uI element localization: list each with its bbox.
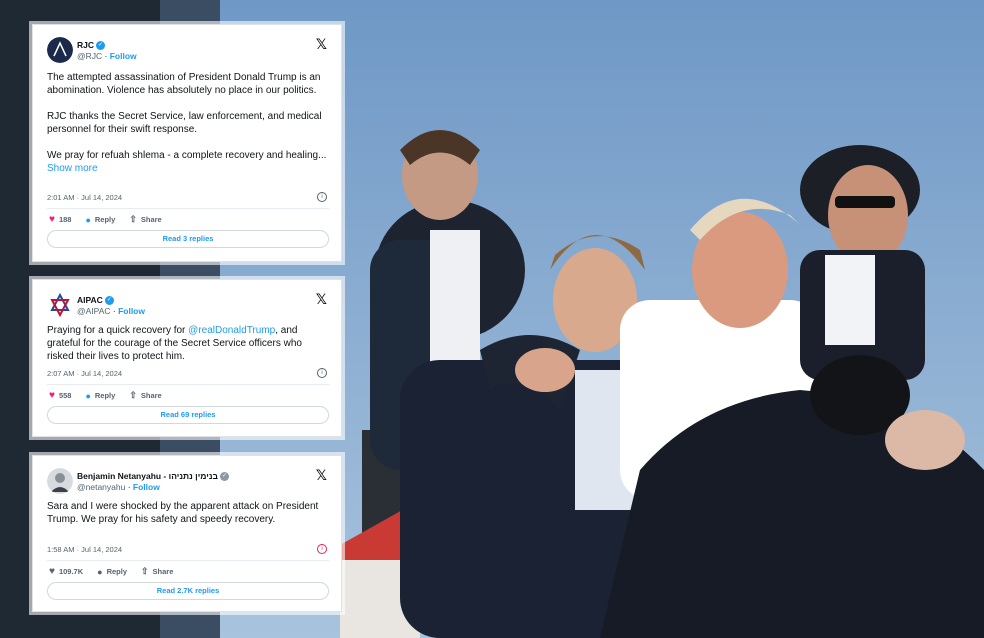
tweet-card-rjc: RJC ✓ @RJC · Follow 𝕏 The attempted assas… (32, 24, 342, 262)
tweet-paragraph: The attempted assassination of President… (47, 72, 321, 96)
x-logo-icon[interactable]: 𝕏 (316, 37, 327, 53)
share-label: Share (140, 391, 162, 400)
avatar[interactable] (47, 292, 73, 318)
share-button[interactable]: ⇧ Share (129, 390, 161, 401)
follow-button[interactable]: Follow (118, 306, 145, 316)
tweet-text: Sara and I were shocked by the apparent … (47, 500, 329, 526)
x-logo-icon[interactable]: 𝕏 (316, 468, 327, 484)
like-button[interactable]: ♥ 109.7K (49, 566, 83, 577)
reply-label: Reply (106, 567, 127, 576)
show-more-link[interactable]: Show more (47, 163, 98, 174)
avatar[interactable] (47, 37, 73, 63)
divider (47, 384, 329, 385)
reply-label: Reply (94, 391, 116, 400)
reply-bubble-icon: ● (85, 390, 91, 401)
tweet-actions: ♥ 109.7K ● Reply ⇧ Share (49, 566, 329, 577)
share-icon: ⇧ (129, 390, 137, 400)
info-icon[interactable]: i (317, 368, 327, 378)
verified-icon: ✓ (219, 472, 229, 482)
info-icon[interactable]: i (317, 192, 327, 202)
avatar[interactable] (47, 468, 73, 494)
like-button[interactable]: ♥ 188 (49, 214, 71, 225)
tweet-text-start: Praying for a quick recovery for (47, 325, 189, 336)
tweet-actions: ♥ 558 ● Reply ⇧ Share (49, 390, 329, 401)
reply-button[interactable]: ● Reply (85, 391, 115, 401)
author-name[interactable]: RJC (77, 40, 94, 50)
share-icon: ⇧ (129, 214, 137, 224)
author-handle[interactable]: @netanyahu (77, 482, 125, 492)
read-replies-button[interactable]: Read 69 replies (47, 406, 329, 424)
heart-icon: ♥ (49, 390, 55, 401)
read-replies-button[interactable]: Read 2.7K replies (47, 582, 329, 600)
share-label: Share (152, 567, 174, 576)
timestamp[interactable]: 2:07 AM · Jul 14, 2024 (47, 369, 122, 378)
like-button[interactable]: ♥ 558 (49, 390, 71, 401)
author-handle[interactable]: @RJC (77, 51, 102, 61)
tweet-text: Praying for a quick recovery for @realDo… (47, 324, 329, 363)
reply-button[interactable]: ● Reply (97, 567, 127, 577)
tweet-paragraph: RJC thanks the Secret Service, law enfor… (47, 111, 322, 135)
divider (47, 208, 329, 209)
verified-icon: ✓ (104, 296, 114, 306)
reply-button[interactable]: ● Reply (85, 215, 115, 225)
share-button[interactable]: ⇧ Share (129, 214, 161, 225)
tweet-header: Benjamin Netanyahu - בנימין נתניהו ✓ @net… (47, 468, 329, 498)
like-count: 109.7K (58, 567, 84, 576)
tweet-body: Sara and I were shocked by the apparent … (47, 501, 319, 525)
like-count: 558 (58, 391, 72, 400)
verified-icon: ✓ (96, 41, 106, 51)
read-replies-button[interactable]: Read 3 replies (47, 230, 329, 248)
reply-bubble-icon: ● (85, 214, 91, 225)
share-icon: ⇧ (141, 566, 149, 576)
tweet-actions: ♥ 188 ● Reply ⇧ Share (49, 214, 329, 225)
timestamp[interactable]: 2:01 AM · Jul 14, 2024 (47, 193, 122, 202)
reply-bubble-icon: ● (97, 566, 103, 577)
heart-icon: ♥ (49, 214, 55, 225)
divider (47, 560, 329, 561)
share-label: Share (140, 215, 162, 224)
tweet-text: The attempted assassination of President… (47, 71, 329, 175)
author-name[interactable]: AIPAC (77, 295, 103, 305)
tweet-card-aipac: AIPAC ✓ @AIPAC · Follow 𝕏 Praying for a q… (32, 279, 342, 437)
follow-button[interactable]: Follow (133, 482, 160, 492)
share-button[interactable]: ⇧ Share (141, 566, 173, 577)
follow-button[interactable]: Follow (110, 51, 137, 61)
timestamp[interactable]: 1:58 AM · Jul 14, 2024 (47, 545, 122, 554)
heart-icon: ♥ (49, 566, 55, 577)
tweet-paragraph: We pray for refuah shlema - a complete r… (47, 150, 327, 161)
tweet-header: AIPAC ✓ @AIPAC · Follow 𝕏 (47, 292, 329, 322)
tweet-card-netanyahu: Benjamin Netanyahu - בנימין נתניהו ✓ @net… (32, 455, 342, 612)
info-icon[interactable]: i (317, 544, 327, 554)
tweet-header: RJC ✓ @RJC · Follow 𝕏 (47, 37, 329, 67)
author-name[interactable]: Benjamin Netanyahu - בנימין נתניהו (77, 471, 218, 481)
like-count: 188 (58, 215, 72, 224)
x-logo-icon[interactable]: 𝕏 (316, 292, 327, 308)
author-handle[interactable]: @AIPAC (77, 306, 111, 316)
mention-link[interactable]: @realDonaldTrump (188, 325, 275, 336)
reply-label: Reply (94, 215, 116, 224)
